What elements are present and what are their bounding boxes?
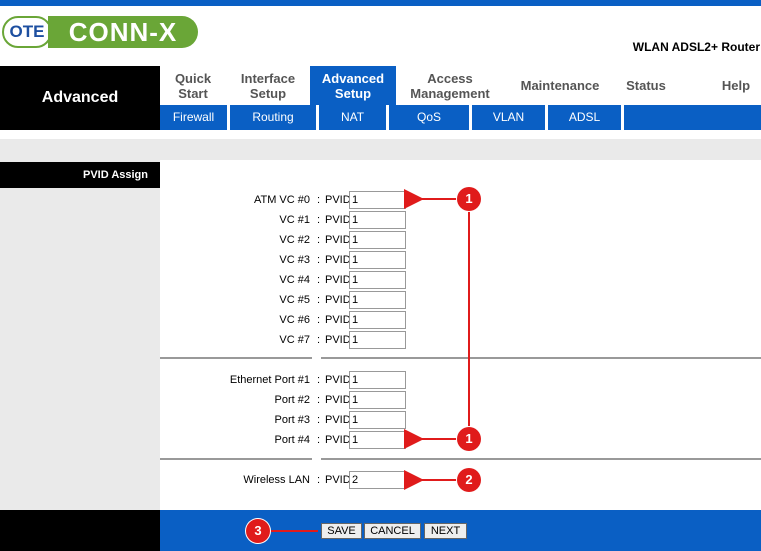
section-divider: [160, 458, 761, 460]
row-label: VC #4: [279, 274, 310, 286]
pvid-label: PVID: [325, 394, 351, 406]
save-button[interactable]: SAVE: [321, 523, 362, 539]
pvid-label: PVID: [325, 214, 351, 226]
left-sidebar: [0, 160, 160, 510]
subtab-routing[interactable]: Routing: [230, 105, 319, 130]
tab-quick-start[interactable]: Quick Start: [160, 66, 226, 105]
sub-nav: Firewall Routing NAT QoS VLAN ADSL: [160, 105, 761, 130]
pvid-label: PVID: [325, 474, 351, 486]
form-row-vc-4: VC #4 : PVID: [160, 271, 420, 289]
subtab-firewall[interactable]: Firewall: [160, 105, 230, 130]
callout-badge-2: 2: [457, 468, 481, 492]
form-row-vc-6: VC #6 : PVID: [160, 311, 420, 329]
callout-badge-3: 3: [246, 519, 270, 543]
form-row-ethernet-port-1: Ethernet Port #1 : PVID: [160, 371, 420, 389]
tab-advanced-setup[interactable]: Advanced Setup: [310, 66, 396, 105]
row-label: VC #2: [279, 234, 310, 246]
pvid-input-vc-2[interactable]: [349, 231, 406, 249]
row-label: VC #6: [279, 314, 310, 326]
page-section-title: Advanced: [0, 66, 160, 130]
tab-status[interactable]: Status: [616, 66, 676, 105]
row-label: VC #3: [279, 254, 310, 266]
section-label-pvid-assign: PVID Assign: [0, 162, 160, 188]
row-label: ATM VC #0: [253, 194, 310, 206]
form-row-port-2: Port #2 : PVID: [160, 391, 420, 409]
callout-badge-1b: 1: [457, 427, 481, 451]
top-accent-bar: [0, 0, 761, 6]
connx-logo-text: CONN-X: [48, 16, 198, 48]
pvid-input-vc-1[interactable]: [349, 211, 406, 229]
pvid-input-port-3[interactable]: [349, 411, 406, 429]
next-button[interactable]: NEXT: [424, 523, 467, 539]
cancel-button[interactable]: CANCEL: [364, 523, 421, 539]
pvid-input-vc-3[interactable]: [349, 251, 406, 269]
row-label: VC #5: [279, 294, 310, 306]
form-row-port-3: Port #3 : PVID: [160, 411, 420, 429]
pvid-label: PVID: [325, 314, 351, 326]
row-label: Port #3: [274, 414, 310, 426]
subtab-vlan[interactable]: VLAN: [472, 105, 548, 130]
pvid-label: PVID: [325, 414, 351, 426]
form-row-vc-2: VC #2 : PVID: [160, 231, 420, 249]
form-row-vc-3: VC #3 : PVID: [160, 251, 420, 269]
form-row-vc-7: VC #7 : PVID: [160, 331, 420, 349]
main-nav: Quick Start Interface Setup Advanced Setup …: [160, 66, 761, 105]
form-row-vc-1: VC #1 : PVID: [160, 211, 420, 229]
section-divider: [160, 357, 761, 359]
pvid-input-port-4[interactable]: [349, 431, 406, 449]
pvid-label: PVID: [325, 234, 351, 246]
tab-interface-setup[interactable]: Interface Setup: [226, 66, 310, 105]
pvid-input-port-2[interactable]: [349, 391, 406, 409]
product-name: WLAN ADSL2+ Router: [632, 40, 760, 54]
pvid-input-vc-6[interactable]: [349, 311, 406, 329]
pvid-label: PVID: [325, 434, 351, 446]
pvid-input-atm-vc-0[interactable]: [349, 191, 406, 209]
brand-logo: OTE CONN-X: [2, 16, 198, 48]
tab-help[interactable]: Help: [696, 66, 761, 105]
pvid-input-vc-7[interactable]: [349, 331, 406, 349]
subtab-qos[interactable]: QoS: [389, 105, 472, 130]
row-label: VC #1: [279, 214, 310, 226]
tab-maintenance[interactable]: Maintenance: [504, 66, 616, 105]
form-row-port-4: Port #4 : PVID: [160, 431, 420, 449]
pvid-label: PVID: [325, 294, 351, 306]
footer-left-block: [0, 510, 160, 551]
callout-badge-1: 1: [457, 187, 481, 211]
pvid-label: PVID: [325, 374, 351, 386]
pvid-label: PVID: [325, 274, 351, 286]
form-row-wireless-lan: Wireless LAN : PVID: [160, 471, 420, 489]
tab-access-management[interactable]: Access Management: [396, 66, 504, 105]
pvid-label: PVID: [325, 194, 351, 206]
pvid-input-vc-4[interactable]: [349, 271, 406, 289]
subtab-adsl[interactable]: ADSL: [548, 105, 624, 130]
form-row-vc-5: VC #5 : PVID: [160, 291, 420, 309]
row-label: Ethernet Port #1: [229, 374, 310, 386]
row-label: Port #4: [274, 434, 310, 446]
row-label: Port #2: [274, 394, 310, 406]
row-label: Wireless LAN: [243, 474, 310, 486]
pvid-input-wireless-lan[interactable]: [349, 471, 406, 489]
pvid-input-ethernet-port-1[interactable]: [349, 371, 406, 389]
ote-logo-text: OTE: [2, 16, 52, 48]
form-row-atm-vc-0: ATM VC #0 : PVID: [160, 191, 420, 209]
pvid-input-vc-5[interactable]: [349, 291, 406, 309]
subtab-nat[interactable]: NAT: [319, 105, 389, 130]
pvid-label: PVID: [325, 254, 351, 266]
row-label: VC #7: [279, 334, 310, 346]
pvid-label: PVID: [325, 334, 351, 346]
section-spacer: [0, 139, 761, 160]
